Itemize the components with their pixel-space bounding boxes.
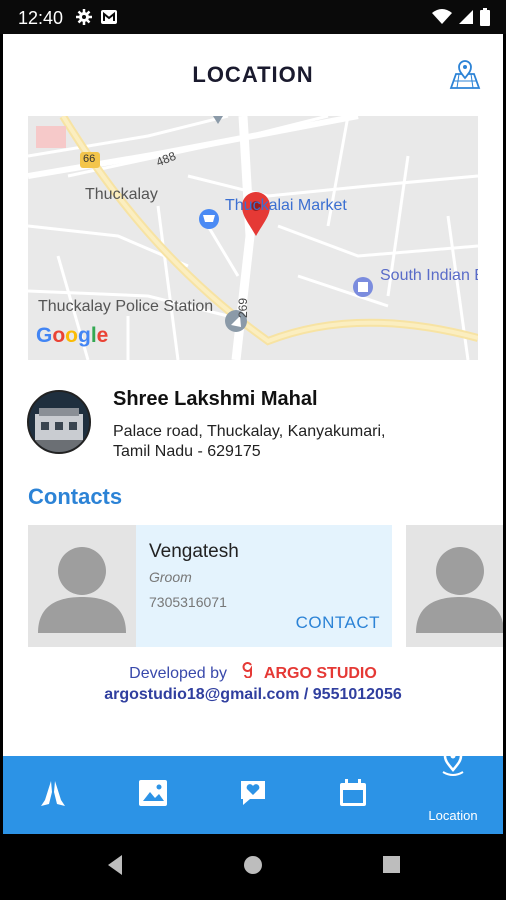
venue-info: Shree Lakshmi Mahal Palace road, Thuckal… [3,384,503,474]
contact-button[interactable]: CONTACT [296,613,380,633]
nav-label-location: Location [428,808,478,823]
map-label-thuckalay: Thuckalay [85,186,158,203]
nav-item-wishes[interactable] [203,756,303,834]
recents-icon[interactable] [382,854,400,881]
contact-role: Groom [149,569,192,585]
map-label-market: Thuckalai Market [225,197,347,214]
nav-item-events[interactable] [303,756,403,834]
contact-card-next[interactable] [406,525,503,647]
contact-avatar [28,525,136,647]
developed-by-label: Developed by [129,665,228,682]
contact-phone: 7305316071 [149,594,227,610]
contacts-carousel[interactable]: Vengatesh Groom 7305316071 CONTACT [28,525,503,647]
system-navigation-bar [0,834,506,900]
nav-item-location[interactable]: Location [403,748,503,834]
back-icon[interactable] [106,854,124,881]
app-header: LOCATION [3,34,503,114]
contact-card: Vengatesh Groom 7305316071 CONTACT [28,525,392,647]
status-bar: 12:40 [0,0,506,34]
google-logo: Google [36,324,109,347]
gear-icon [76,9,92,30]
argo-logo-icon [241,662,253,683]
contact-avatar-next [406,525,503,647]
road-shield-66: 66 [83,153,96,165]
developer-contact[interactable]: argostudio18@gmail.com / 9551012056 [3,686,503,704]
page-title: LOCATION [192,62,314,87]
map-pin-icon [447,60,483,94]
battery-icon [480,8,490,31]
venue-address: Palace road, Thuckalay, Kanyakumari, Tam… [113,423,386,460]
gmail-icon [100,9,118,30]
developer-credit: Developed by ARGO STUDIO [3,662,503,683]
app-screen: LOCATION 66 488 269 Thuckalay Thuckalai … [3,34,503,834]
map-label-south-indian: South Indian B [380,267,478,284]
signal-icon [458,9,474,30]
contact-name: Vengatesh [149,541,239,562]
venue-photo [27,390,91,454]
studio-name: ARGO STUDIO [263,665,377,682]
nav-item-gallery[interactable] [103,756,203,834]
map-label-police-station: Thuckalay Police Station [38,298,214,315]
road-label-269: 269 [236,297,251,319]
contacts-heading: Contacts [28,484,123,509]
home-icon[interactable] [243,854,263,881]
wifi-icon [432,9,452,30]
nav-item-home[interactable] [3,756,103,834]
venue-name: Shree Lakshmi Mahal [113,388,318,410]
location-map[interactable]: 66 488 269 Thuckalay Thuckalai Market So… [28,116,478,360]
bottom-navigation: Location [3,748,503,834]
contact-details: Vengatesh Groom 7305316071 CONTACT [136,525,392,647]
open-map-button[interactable] [447,58,483,90]
status-time: 12:40 [18,8,64,28]
